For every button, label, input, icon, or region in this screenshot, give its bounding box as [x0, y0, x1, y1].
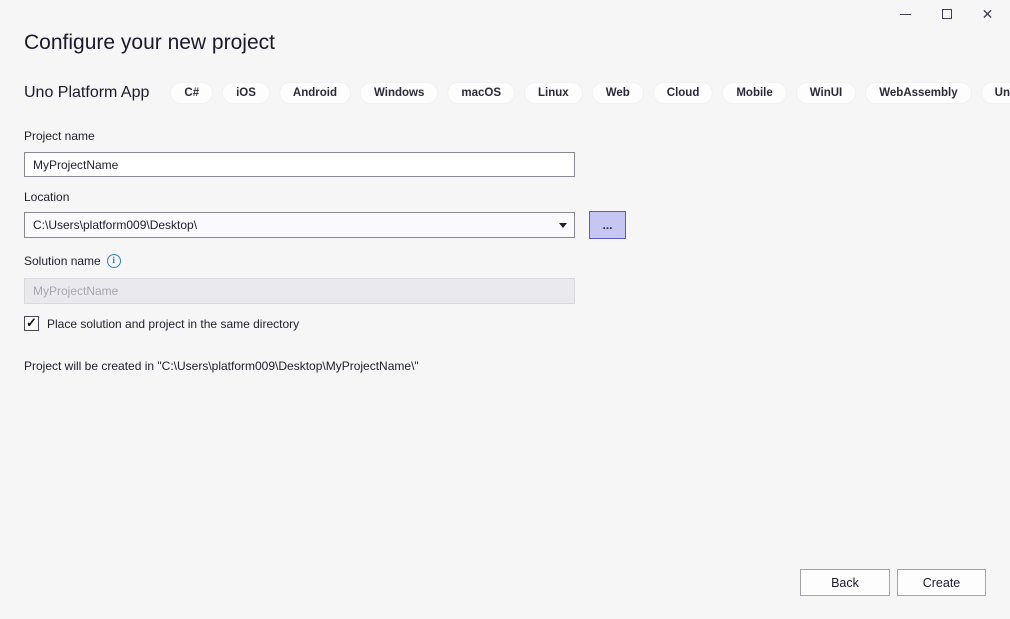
project-name-input[interactable] [24, 152, 575, 177]
template-tag: WinUI [797, 83, 855, 103]
template-tag: C# [171, 83, 212, 103]
maximize-button[interactable] [926, 0, 967, 28]
template-tag: Uno Platform [982, 83, 1010, 103]
maximize-icon [942, 9, 952, 19]
project-name-label: Project name [24, 129, 95, 143]
back-button[interactable]: Back [800, 569, 890, 596]
browse-location-button[interactable]: ... [589, 211, 626, 239]
location-value: C:\Users\platform009\Desktop\ [33, 218, 552, 232]
template-tag: iOS [223, 83, 269, 103]
info-icon[interactable]: i [107, 254, 121, 268]
close-icon: ✕ [982, 7, 994, 21]
same-directory-label: Place solution and project in the same d… [47, 317, 299, 331]
same-directory-checkbox[interactable] [24, 316, 39, 331]
solution-name-label: Solution name i [24, 254, 121, 268]
template-tags: C# iOS Android Windows macOS Linux Web Cloud Mob… [171, 83, 1010, 103]
template-tag: macOS [448, 83, 514, 103]
creation-note: Project will be created in "C:\Users\pla… [24, 359, 419, 373]
location-label: Location [24, 190, 69, 204]
configure-project-dialog: ✕ Configure your new project Uno Platfor… [0, 0, 1010, 619]
minimize-icon [900, 14, 911, 15]
template-tag: Web [593, 83, 643, 103]
close-button[interactable]: ✕ [967, 0, 1008, 28]
minimize-button[interactable] [885, 0, 926, 28]
template-tag: WebAssembly [866, 83, 970, 103]
create-button[interactable]: Create [897, 569, 986, 596]
location-dropdown-toggle[interactable] [552, 213, 574, 237]
solution-name-input [24, 278, 575, 304]
template-info-row: Uno Platform App C# iOS Android Windows macO… [24, 83, 1010, 103]
template-tag: Android [280, 83, 350, 103]
window-controls: ✕ [885, 0, 1008, 28]
template-name: Uno Platform App [24, 84, 149, 102]
template-tag: Linux [525, 83, 582, 103]
page-title: Configure your new project [24, 31, 275, 55]
template-tag: Windows [361, 83, 437, 103]
location-combobox[interactable]: C:\Users\platform009\Desktop\ [24, 212, 575, 238]
chevron-down-icon [559, 223, 567, 228]
solution-name-label-text: Solution name [24, 254, 101, 268]
template-tag: Mobile [723, 83, 785, 103]
same-directory-row[interactable]: Place solution and project in the same d… [24, 316, 299, 331]
template-tag: Cloud [654, 83, 713, 103]
